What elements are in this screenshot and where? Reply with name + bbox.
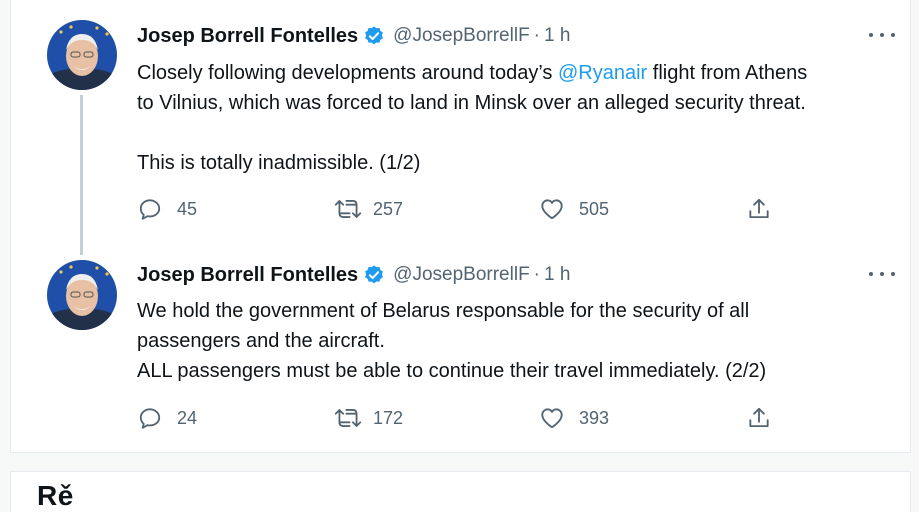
author-name[interactable]: Josep Borrell Fontelles bbox=[137, 25, 358, 48]
more-icon[interactable] bbox=[869, 264, 895, 284]
retweet-button[interactable]: 172 bbox=[333, 403, 403, 433]
author-handle[interactable]: @JosepBorrellF bbox=[393, 264, 530, 286]
retweet-icon bbox=[333, 196, 363, 222]
avatar[interactable] bbox=[47, 260, 117, 330]
author-handle[interactable]: @JosepBorrellF bbox=[393, 25, 530, 47]
section-heading: Rě bbox=[37, 480, 74, 511]
tweet-thread: Josep Borrell Fontelles @JosepBorrellF ·… bbox=[10, 0, 911, 453]
tweet-text-line: This is totally inadmissible. (1/2) bbox=[137, 152, 421, 174]
text-fragment: flight from Athens bbox=[647, 62, 808, 84]
thread-connector-line bbox=[80, 95, 83, 255]
text-fragment: Closely following developments around to… bbox=[137, 62, 558, 84]
reply-count: 45 bbox=[177, 198, 198, 219]
tweet-text-line: to Vilnius, which was forced to land in … bbox=[137, 92, 806, 114]
reply-button[interactable]: 24 bbox=[137, 403, 197, 433]
next-section-card: Rě bbox=[10, 471, 911, 512]
tweet-text-line: passengers and the aircraft. bbox=[137, 330, 385, 352]
tweet-header: Josep Borrell Fontelles @JosepBorrellF ·… bbox=[137, 262, 570, 288]
tweet-actions: 24 172 393 bbox=[137, 403, 797, 433]
separator-dot: · bbox=[533, 25, 540, 46]
retweet-button[interactable]: 257 bbox=[333, 194, 403, 224]
separator-dot: · bbox=[533, 264, 540, 285]
tweet-text-line: Closely following developments around to… bbox=[137, 58, 907, 88]
heart-icon bbox=[539, 196, 565, 222]
tweet-text-line: ALL passengers must be able to continue … bbox=[137, 360, 767, 382]
more-icon[interactable] bbox=[869, 25, 895, 45]
like-count: 505 bbox=[579, 198, 610, 219]
share-icon bbox=[746, 405, 772, 431]
avatar[interactable] bbox=[47, 20, 117, 90]
verified-badge-icon bbox=[363, 25, 385, 47]
like-count: 393 bbox=[579, 407, 610, 428]
retweet-icon bbox=[333, 405, 363, 431]
reply-count: 24 bbox=[177, 407, 198, 428]
reply-icon bbox=[137, 196, 163, 222]
like-button[interactable]: 393 bbox=[539, 403, 609, 433]
retweet-count: 257 bbox=[373, 198, 404, 219]
tweet-actions: 45 257 505 bbox=[137, 194, 797, 224]
tweet-timestamp[interactable]: 1 h bbox=[544, 25, 570, 47]
mention-link[interactable]: @Ryanair bbox=[558, 62, 647, 84]
reply-button[interactable]: 45 bbox=[137, 194, 197, 224]
reply-icon bbox=[137, 405, 163, 431]
verified-badge-icon bbox=[363, 264, 385, 286]
author-name[interactable]: Josep Borrell Fontelles bbox=[137, 264, 358, 287]
share-icon bbox=[746, 196, 772, 222]
retweet-count: 172 bbox=[373, 407, 404, 428]
tweet-header: Josep Borrell Fontelles @JosepBorrellF ·… bbox=[137, 23, 570, 49]
tweet-timestamp[interactable]: 1 h bbox=[544, 264, 570, 286]
share-button[interactable] bbox=[746, 194, 772, 224]
tweet-text-line: We hold the government of Belarus respon… bbox=[137, 300, 750, 322]
tweet-text: We hold the government of Belarus respon… bbox=[137, 296, 907, 386]
tweet-text: Closely following developments around to… bbox=[137, 58, 907, 178]
like-button[interactable]: 505 bbox=[539, 194, 609, 224]
share-button[interactable] bbox=[746, 403, 772, 433]
heart-icon bbox=[539, 405, 565, 431]
